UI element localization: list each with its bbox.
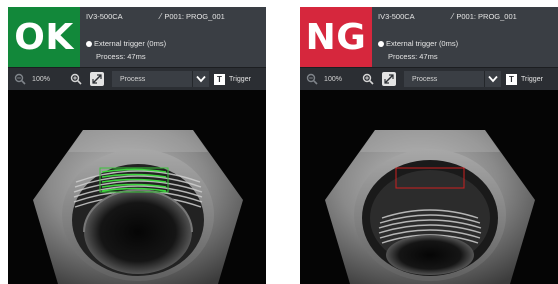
trigger-icon: T [214,73,225,85]
sensor-model: IV3-500CA [86,12,123,21]
trigger-text: External trigger (0ms) [94,39,167,48]
trigger-dot-icon [86,41,92,47]
status-info: IV3-500CA ⁄ P001: PROG_001 External trigg… [80,7,266,67]
trigger-button[interactable]: T Trigger [506,71,554,87]
program-name: ⁄ P001: PROG_001 [160,12,225,21]
mode-select[interactable]: Process [404,71,484,87]
sensor-model: IV3-500CA [378,12,415,21]
process-time: Process: 47ms [388,52,438,61]
status-bar: NG IV3-500CA ⁄ P001: PROG_001 External tr… [300,7,558,67]
zoom-out-icon[interactable] [304,71,320,87]
mode-select[interactable]: Process [112,71,192,87]
zoom-level: 100% [324,75,342,83]
zoom-in-icon[interactable] [360,71,376,87]
trigger-status: External trigger (0ms) [378,39,458,48]
camera-image-svg [300,90,558,284]
status-bar: OK IV3-500CA ⁄ P001: PROG_001 External tr… [8,7,266,67]
pencil-icon: ⁄ [160,12,162,21]
trigger-dot-icon [378,41,384,47]
chevron-down-icon[interactable] [192,71,209,87]
ok-result-panel: OK IV3-500CA ⁄ P001: PROG_001 External tr… [8,7,266,284]
zoom-out-icon[interactable] [12,71,28,87]
program-label: P001: PROG_001 [164,12,225,21]
chevron-down-icon[interactable] [484,71,501,87]
toolbar: 100% Process T Trigger [8,67,266,91]
result-badge: OK [8,7,80,67]
program-name: ⁄ P001: PROG_001 [452,12,517,21]
camera-image-svg [8,90,266,284]
camera-image [300,90,558,284]
process-time: Process: 47ms [96,52,146,61]
trigger-icon: T [506,73,517,85]
zoom-level: 100% [32,75,50,83]
pencil-icon: ⁄ [452,12,454,21]
ng-result-panel: NG IV3-500CA ⁄ P001: PROG_001 External tr… [300,7,558,284]
fit-to-screen-icon[interactable] [382,72,396,86]
trigger-button-label: Trigger [229,75,251,83]
program-label: P001: PROG_001 [456,12,517,21]
fit-to-screen-icon[interactable] [90,72,104,86]
status-info: IV3-500CA ⁄ P001: PROG_001 External trigg… [372,7,558,67]
trigger-status: External trigger (0ms) [86,39,166,48]
result-badge: NG [300,7,372,67]
trigger-button[interactable]: T Trigger [214,71,262,87]
trigger-text: External trigger (0ms) [386,39,459,48]
camera-image [8,90,266,284]
zoom-in-icon[interactable] [68,71,84,87]
trigger-button-label: Trigger [521,75,543,83]
toolbar: 100% Process T Trigger [300,67,558,91]
